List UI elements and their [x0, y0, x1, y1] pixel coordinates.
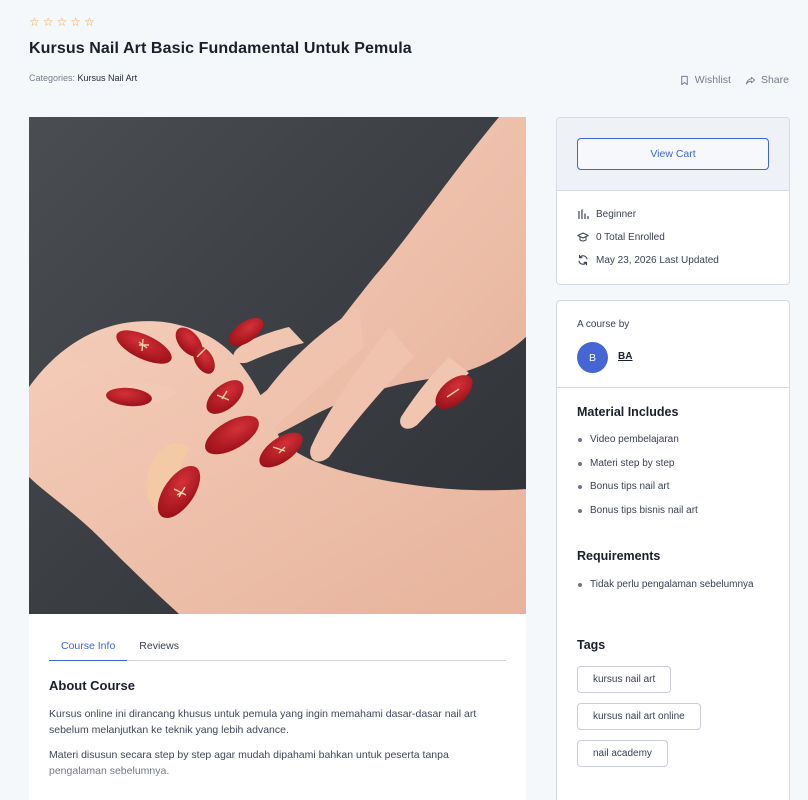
bookmark-icon — [681, 75, 688, 85]
list-item: Materi step by step — [577, 456, 777, 471]
tags-heading: Tags — [577, 638, 606, 652]
categories-label: Categories: — [29, 73, 76, 83]
wishlist-label: Wishlist — [694, 74, 731, 86]
course-categories: Categories: Kursus Nail Art — [29, 73, 137, 83]
wishlist-button[interactable]: Wishlist — [679, 74, 731, 86]
course-title: Kursus Nail Art Basic Fundamental Untuk … — [29, 40, 412, 57]
enrolled-count: 0 Total Enrolled — [577, 231, 665, 243]
list-item: Bonus tips nail art — [577, 479, 777, 494]
requirements-heading: Requirements — [577, 549, 661, 563]
rating-stars: ☆ ☆ ☆ ☆ ☆ — [29, 15, 95, 29]
refresh-icon — [578, 254, 588, 266]
star-icon[interactable]: ☆ — [43, 15, 54, 29]
list-item: Video pembelajaran — [577, 432, 777, 447]
course-thumbnail — [29, 117, 526, 614]
course-info-card: A course by B BA Material Includes Video… — [556, 300, 790, 800]
enrollment-card: View Cart Beginner 0 Total Enrolled May … — [556, 117, 790, 285]
enrolled-label: 0 Total Enrolled — [596, 231, 665, 243]
star-icon[interactable]: ☆ — [84, 15, 95, 29]
avatar[interactable]: B — [577, 342, 608, 373]
share-icon — [745, 76, 756, 84]
tag-list: kursus nail art kursus nail art online n… — [577, 666, 701, 767]
tag-chip[interactable]: kursus nail art online — [577, 703, 701, 730]
level-label: Beginner — [596, 208, 637, 220]
star-icon[interactable]: ☆ — [70, 15, 81, 29]
requirements-list: Tidak perlu pengalaman sebelumnya — [577, 577, 777, 601]
graduation-cap-icon — [577, 232, 589, 242]
level-bars-icon — [578, 209, 589, 219]
tab-reviews[interactable]: Reviews — [127, 634, 191, 661]
list-item: Tidak perlu pengalaman sebelumnya — [577, 577, 777, 592]
updated-label: May 23, 2026 Last Updated — [596, 254, 719, 266]
last-updated: May 23, 2026 Last Updated — [577, 254, 719, 266]
view-cart-button[interactable]: View Cart — [577, 138, 769, 170]
star-icon[interactable]: ☆ — [29, 15, 40, 29]
material-includes-heading: Material Includes — [577, 405, 679, 419]
tag-chip[interactable]: kursus nail art — [577, 666, 672, 693]
author-link[interactable]: BA — [618, 351, 632, 362]
share-button[interactable]: Share — [745, 74, 789, 86]
tag-chip[interactable]: nail academy — [577, 740, 668, 767]
content-fade-overlay — [29, 760, 526, 800]
star-icon[interactable]: ☆ — [57, 15, 68, 29]
course-level: Beginner — [577, 208, 636, 220]
course-by-label: A course by — [577, 319, 630, 330]
divider — [557, 387, 789, 388]
material-list: Video pembelajaran Materi step by step B… — [577, 432, 777, 526]
course-details-panel: Course Info Reviews About Course Kursus … — [29, 614, 526, 800]
tab-course-info[interactable]: Course Info — [49, 634, 128, 661]
share-label: Share — [760, 74, 789, 86]
about-paragraph: Kursus online ini dirancang khusus untuk… — [49, 708, 477, 736]
about-course-heading: About Course — [49, 678, 135, 693]
course-tabs: Course Info Reviews — [49, 634, 506, 661]
course-actions: Wishlist Share — [679, 74, 789, 86]
cart-section: View Cart — [557, 118, 789, 191]
category-link[interactable]: Kursus Nail Art — [78, 73, 138, 83]
list-item: Bonus tips bisnis nail art — [577, 503, 777, 518]
